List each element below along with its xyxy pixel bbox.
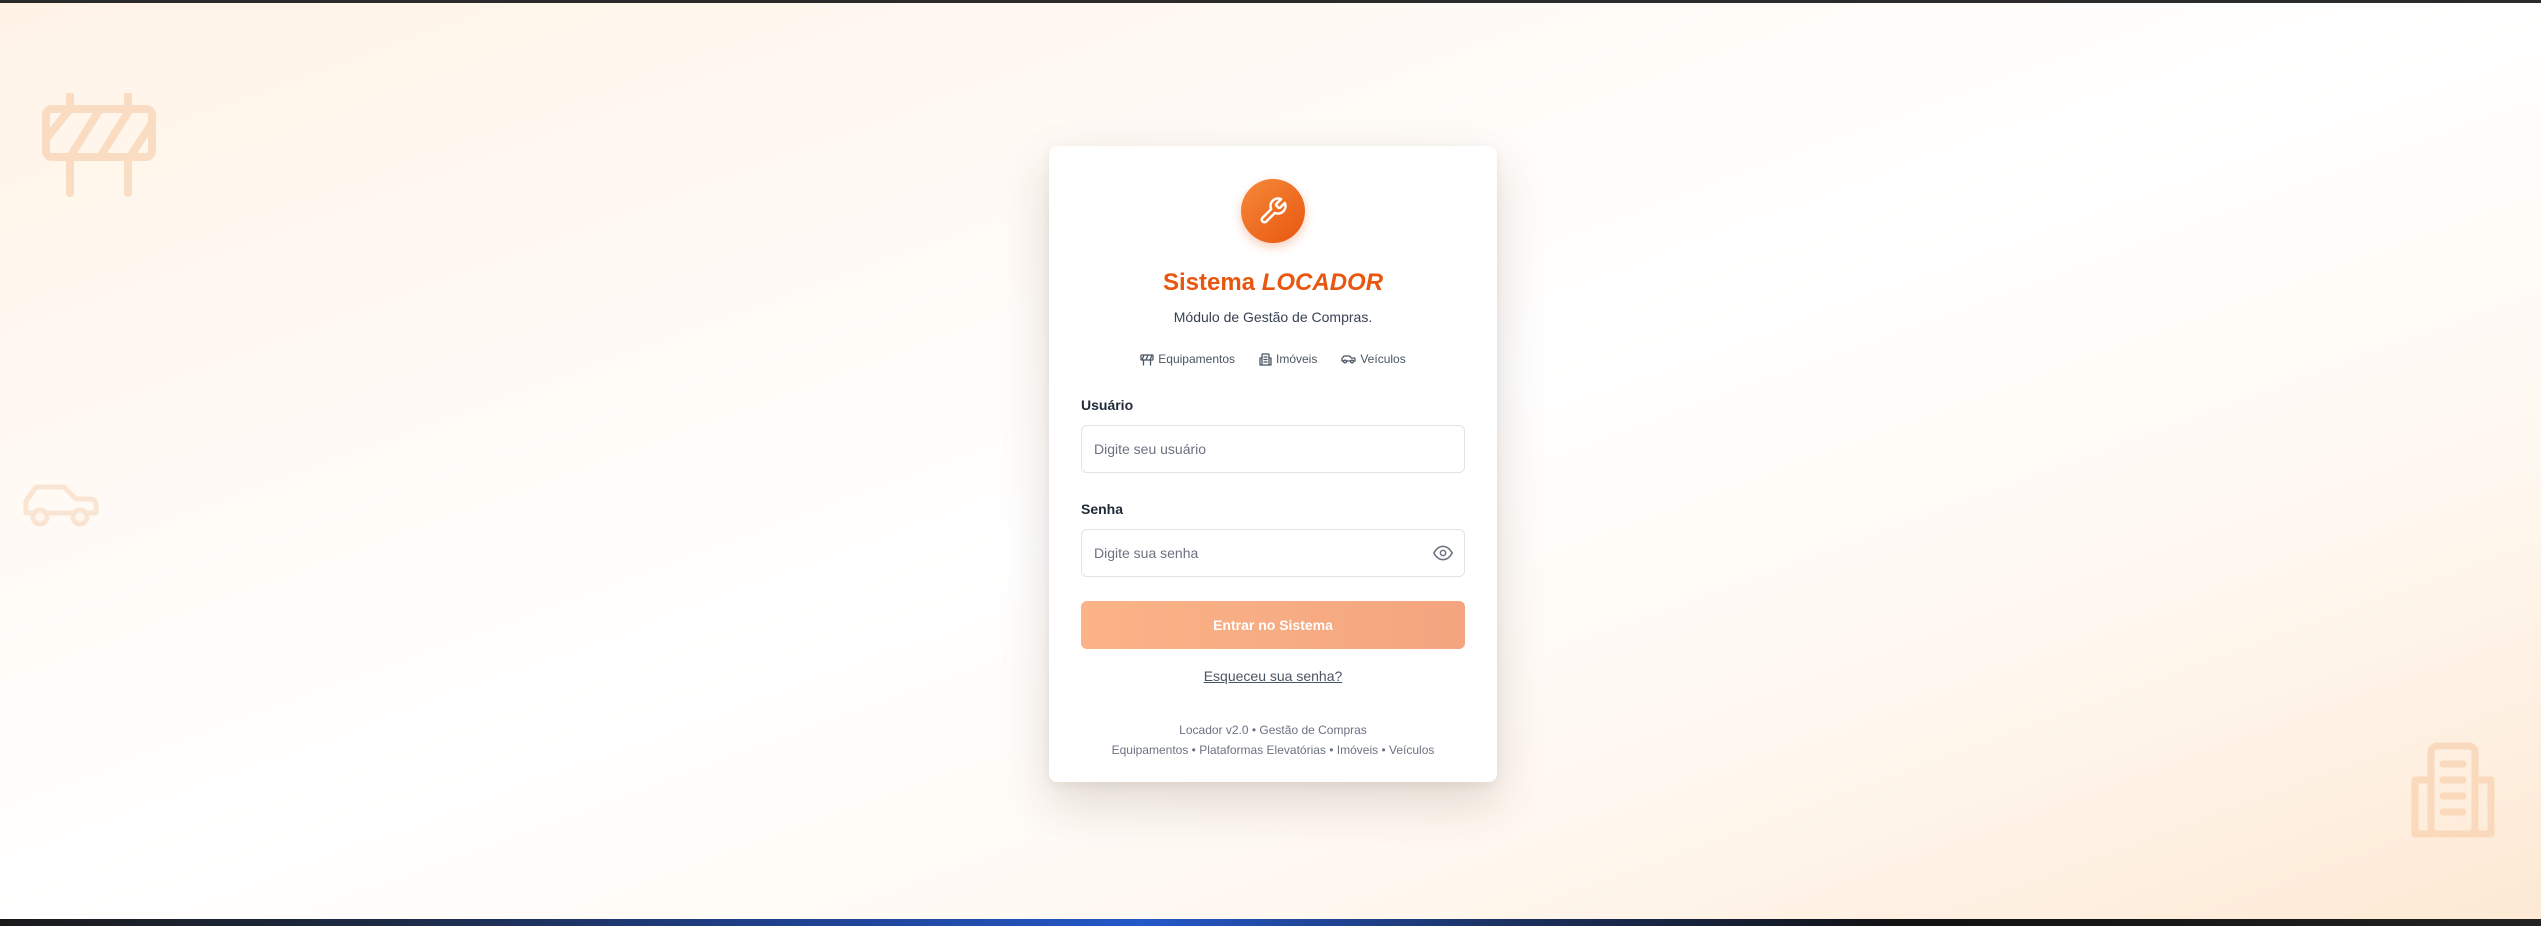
barrier-icon [42, 93, 156, 197]
category-label: Veículos [1360, 352, 1406, 366]
app-title-prefix: Sistema [1162, 269, 1256, 296]
building-icon [2411, 742, 2495, 838]
forgot-password-link[interactable]: Esqueceu sua senha? [1049, 668, 1497, 684]
category-imoveis: Imóveis [1259, 352, 1317, 366]
car-icon [1341, 355, 1356, 364]
username-label: Usuário [1081, 397, 1134, 413]
password-input[interactable] [1081, 529, 1465, 577]
footer-version: Locador v2.0 • Gestão de Compras [1179, 723, 1367, 737]
eye-icon [1433, 545, 1453, 561]
app-subtitle: Módulo de Gestão de Compras. [1173, 309, 1373, 325]
username-input[interactable] [1081, 425, 1465, 473]
building-icon [1259, 352, 1272, 366]
footer-categories: Equipamentos • Plataformas Elevatórias •… [1111, 743, 1435, 757]
category-equipamentos: Equipamentos [1140, 352, 1235, 366]
category-list: Equipamentos Imóveis Veículos [1049, 352, 1497, 366]
bottom-window-edge [0, 919, 2541, 926]
app-title: Sistema LOCADOR [1049, 269, 1497, 297]
category-veiculos: Veículos [1341, 352, 1406, 366]
show-password-toggle[interactable] [1432, 543, 1454, 563]
password-label: Senha [1081, 501, 1124, 517]
car-icon [23, 484, 99, 527]
login-button[interactable]: Entrar no Sistema [1081, 601, 1465, 649]
login-card: Sistema LOCADOR Módulo de Gestão de Comp… [1049, 146, 1497, 782]
login-page: Sistema LOCADOR Módulo de Gestão de Comp… [0, 3, 2541, 919]
barrier-icon [1140, 353, 1154, 366]
logo [1241, 179, 1305, 243]
category-label: Equipamentos [1158, 352, 1235, 366]
category-label: Imóveis [1276, 352, 1318, 366]
app-title-emphasis: LOCADOR [1261, 269, 1384, 296]
wrench-icon [1260, 197, 1287, 224]
